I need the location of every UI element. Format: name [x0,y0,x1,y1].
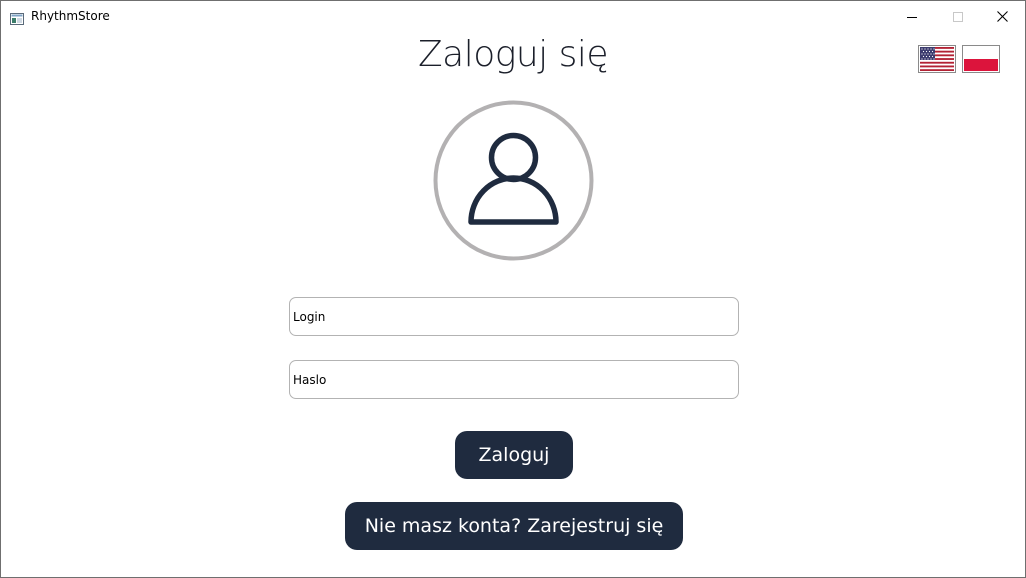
password-field[interactable] [289,360,739,399]
page-title: Zaloguj się [417,34,609,75]
minimize-button[interactable] [889,1,935,32]
close-icon [996,11,1008,22]
window-title: RhythmStore [31,9,110,23]
maximize-icon [953,11,963,22]
login-field[interactable] [289,297,739,336]
login-button[interactable]: Zaloguj [455,431,573,479]
user-icon [433,100,594,261]
minimize-icon [907,12,917,22]
register-button[interactable]: Nie masz konta? Zarejestruj się [345,502,683,550]
app-window: RhythmStore Zaloguj się Login Haslo Zalo… [0,0,1026,578]
avatar [433,100,594,261]
close-button[interactable] [979,1,1025,32]
title-bar[interactable]: RhythmStore [1,1,1025,32]
app-window-icon [10,10,24,25]
maximize-button[interactable] [935,1,981,32]
